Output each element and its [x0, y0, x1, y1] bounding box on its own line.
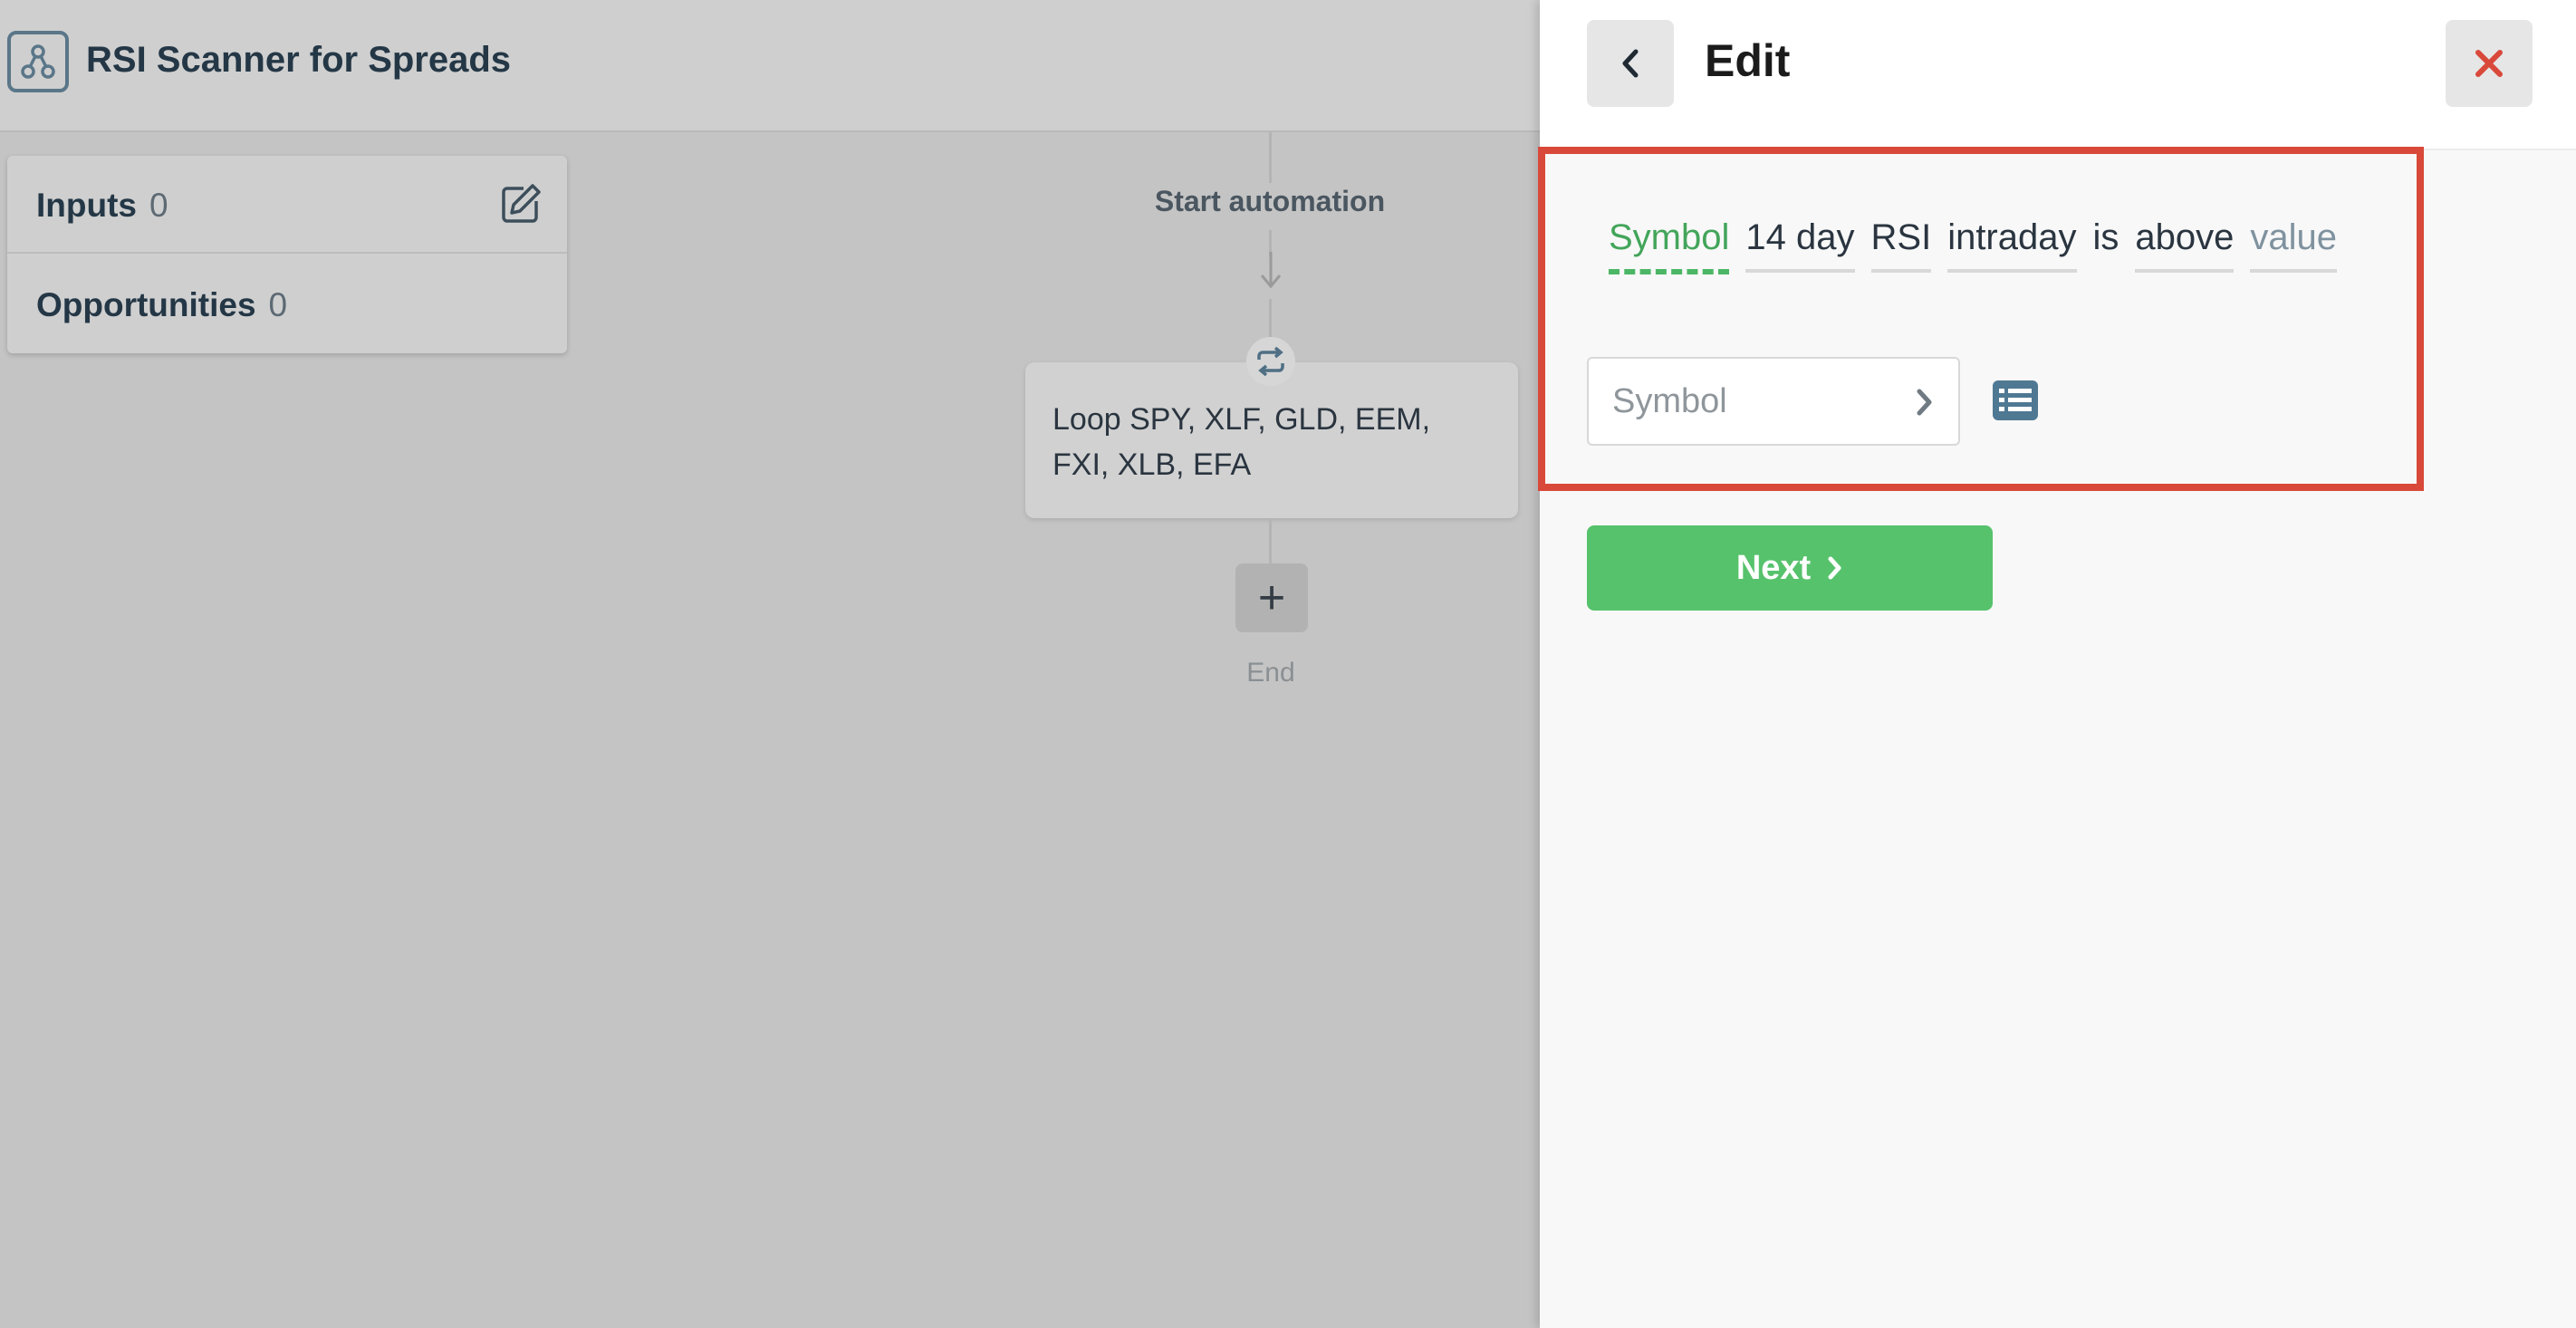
token-period[interactable]: 14 day [1745, 217, 1855, 273]
arrow-down-icon [1260, 252, 1282, 289]
token-timeframe[interactable]: intraday [1947, 217, 2077, 273]
close-icon [2475, 50, 2503, 77]
workflow-icon [7, 31, 69, 92]
inputs-row[interactable]: Inputs 0 [7, 156, 567, 254]
chevron-left-icon [1622, 49, 1639, 78]
close-button[interactable] [2446, 20, 2533, 107]
next-button-label: Next [1735, 548, 1812, 587]
start-automation-label: Start automation [1154, 185, 1386, 217]
list-icon[interactable] [1993, 380, 2038, 420]
token-is: is [2092, 217, 2119, 257]
edit-panel: Edit Symbol 14 day RSI intraday is above… [1538, 0, 2576, 1328]
condition-sentence: Symbol 14 day RSI intraday is above valu… [1609, 217, 2353, 274]
inputs-count: 0 [149, 187, 168, 224]
opportunities-label: Opportunities 0 [36, 286, 287, 324]
token-comparator[interactable]: above [2135, 217, 2235, 273]
opportunities-row[interactable]: Opportunities 0 [7, 255, 567, 353]
token-indicator[interactable]: RSI [1870, 217, 1932, 273]
plus-icon: + [1257, 572, 1286, 624]
add-step-button[interactable]: + [1235, 563, 1308, 632]
top-bar: RSI Scanner for Spreads [0, 0, 1540, 132]
flow-connector-top [1269, 132, 1272, 183]
edit-header: Edit [1540, 0, 2576, 150]
opportunities-count: 0 [268, 286, 288, 323]
chevron-right-icon [1917, 389, 1932, 416]
token-value[interactable]: value [2250, 217, 2337, 273]
app-title: RSI Scanner for Spreads [86, 40, 512, 80]
symbol-select-placeholder: Symbol [1612, 381, 1727, 420]
flow-connector-end [1269, 518, 1272, 565]
end-label: End [1246, 658, 1295, 688]
side-panel: Inputs 0 Opportunities 0 [7, 156, 567, 353]
symbol-select[interactable]: Symbol [1587, 357, 1960, 446]
edit-title: Edit [1705, 35, 1791, 86]
edit-icon[interactable] [500, 183, 542, 225]
chevron-right-icon [1828, 556, 1841, 580]
opportunities-label-text: Opportunities [36, 286, 256, 323]
inputs-label-text: Inputs [36, 187, 137, 224]
back-button[interactable] [1587, 20, 1674, 107]
flow-connector-loop [1269, 299, 1272, 342]
token-symbol[interactable]: Symbol [1609, 217, 1730, 274]
inputs-label: Inputs 0 [36, 187, 168, 225]
repeat-icon [1246, 337, 1295, 386]
next-button[interactable]: Next [1587, 525, 1993, 611]
loop-step-text: Loop SPY, XLF, GLD, EEM, FXI, XLB, EFA [1053, 402, 1431, 482]
